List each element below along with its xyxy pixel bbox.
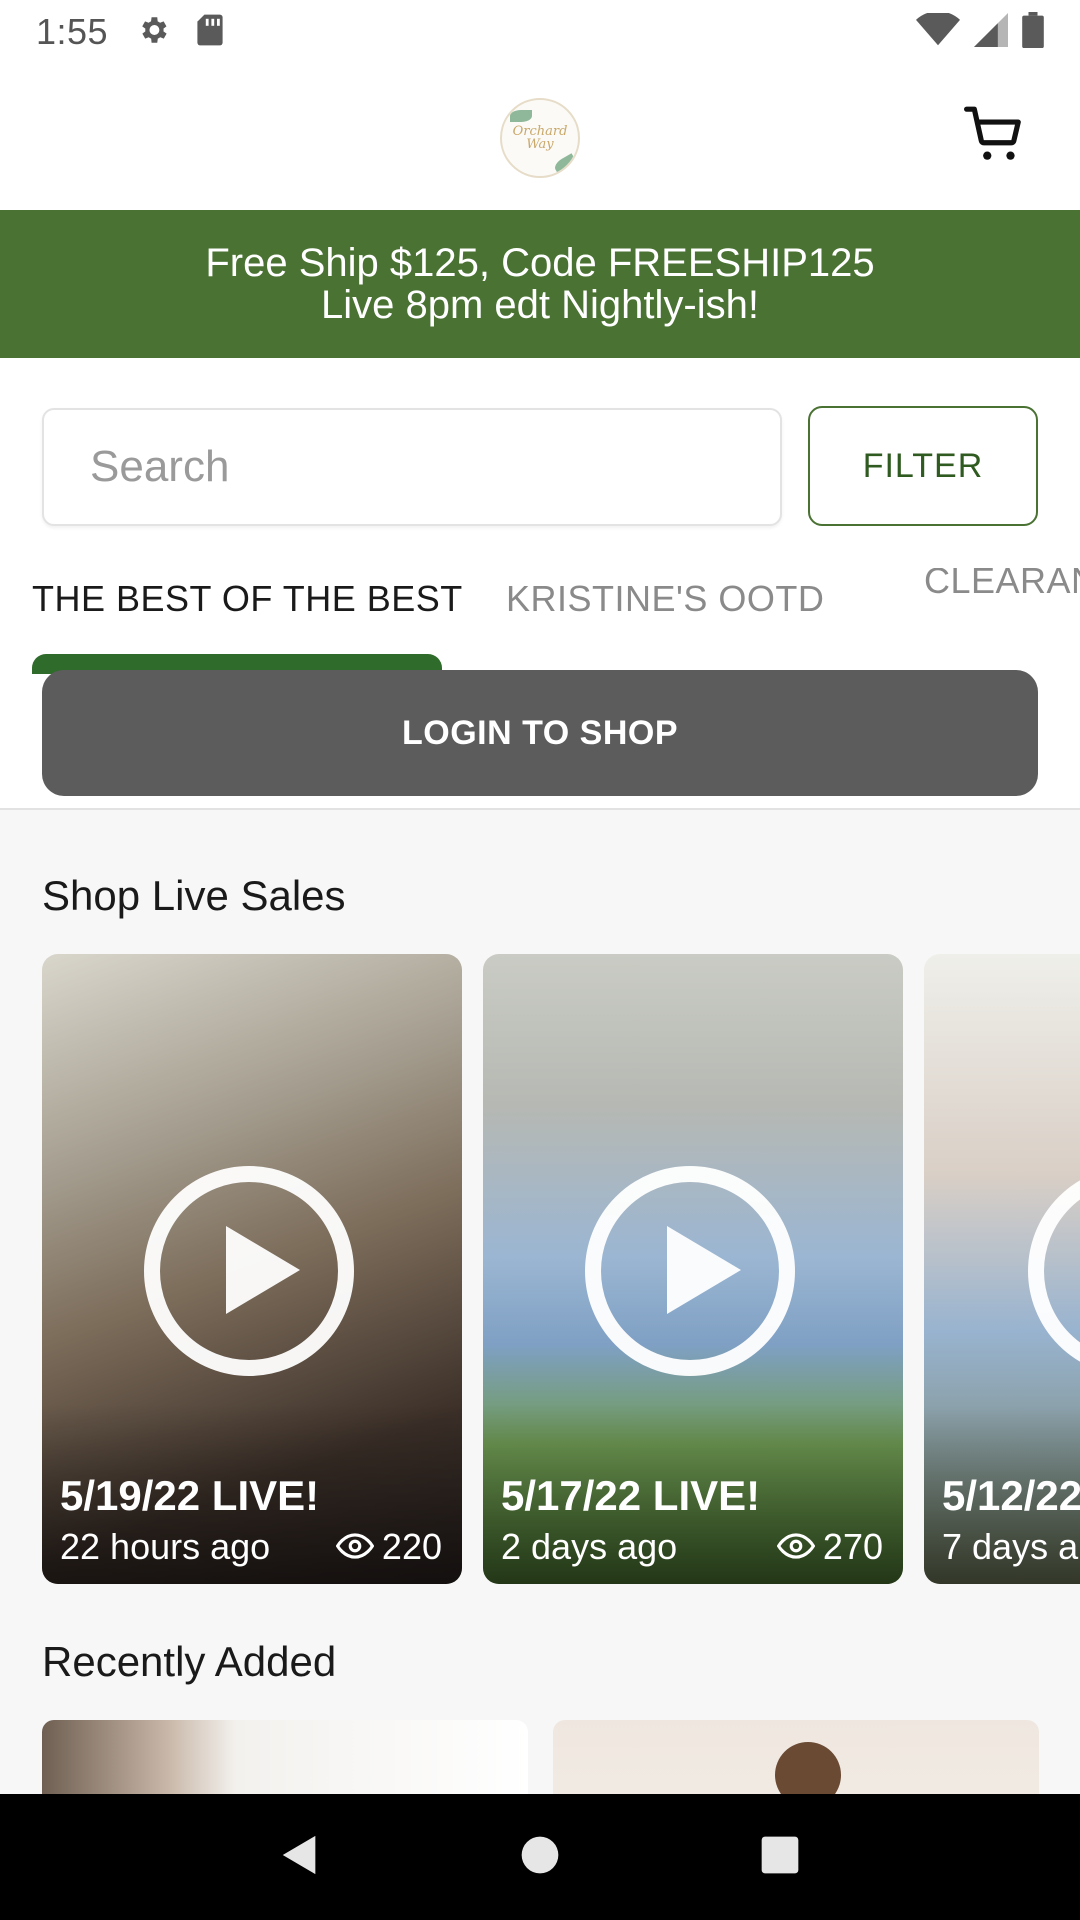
app-header: Orchard Way [0,64,1080,210]
status-bar: 1:55 [0,0,1080,64]
recently-added-heading: Recently Added [42,1638,337,1685]
view-count: 270 [776,1526,883,1568]
home-button[interactable] [500,1817,580,1897]
recents-button[interactable] [740,1817,820,1897]
live-sale-card[interactable]: 5/17/22 LIVE! 2 days ago 270 [483,954,903,1584]
leaf-decoration [510,110,532,122]
login-to-shop-button[interactable]: LOGIN TO SHOP [42,670,1038,796]
brand-logo[interactable]: Orchard Way [500,98,580,178]
live-sale-card[interactable]: 5/12/22 7 days a [924,954,1080,1584]
live-sale-date: 5/17/22 LIVE! [501,1472,761,1519]
view-count: 220 [335,1526,442,1568]
play-icon[interactable] [1028,1166,1080,1376]
wifi-icon [916,10,960,52]
live-sale-card[interactable]: 5/19/22 LIVE! 22 hours ago 220 [42,954,462,1584]
leaf-decoration [552,153,578,175]
live-sale-time-ago: 7 days a [942,1526,1079,1567]
tab-kristines-ootd[interactable]: KRISTINE'S OOTD [506,578,824,620]
play-icon[interactable] [144,1166,354,1376]
eye-icon [335,1526,375,1568]
back-icon [277,1832,323,1883]
system-nav-bar [0,1794,1080,1920]
search-input[interactable] [42,408,782,526]
home-icon [520,1835,560,1880]
category-tabs: THE BEST OF THE BEST KRISTINE'S OOTD CLE… [0,568,1080,630]
live-sale-date: 5/12/22 [942,1472,1080,1519]
filter-button[interactable]: FILTER [808,406,1038,526]
view-count-value: 220 [381,1526,442,1567]
cart-icon [964,104,1026,171]
back-button[interactable] [260,1817,340,1897]
signal-icon [974,12,1008,52]
live-sales-heading: Shop Live Sales [42,872,346,919]
cart-button[interactable] [960,102,1030,172]
promo-line-2: Live 8pm edt Nightly-ish! [321,283,759,327]
recents-icon [760,1835,800,1880]
live-sale-time-ago: 2 days ago [501,1526,678,1567]
search-area: FILTER THE BEST OF THE BEST KRISTINE'S O… [0,358,1080,810]
tab-clearance[interactable]: CLEARAN [924,568,1080,602]
live-sale-date: 5/19/22 LIVE! [60,1472,320,1519]
sd-card-icon [196,13,224,52]
eye-icon [776,1526,816,1568]
play-icon[interactable] [585,1166,795,1376]
battery-icon [1022,11,1044,53]
tab-best-of-the-best[interactable]: THE BEST OF THE BEST [32,578,463,620]
promo-line-1: Free Ship $125, Code FREESHIP125 [205,241,875,285]
live-sale-time-ago: 22 hours ago [60,1526,271,1567]
logo-text: Orchard Way [512,124,568,152]
view-count-value: 270 [822,1526,883,1567]
gear-icon [136,13,170,52]
status-time: 1:55 [36,11,109,52]
promo-banner: Free Ship $125, Code FREESHIP125 Live 8p… [0,210,1080,358]
